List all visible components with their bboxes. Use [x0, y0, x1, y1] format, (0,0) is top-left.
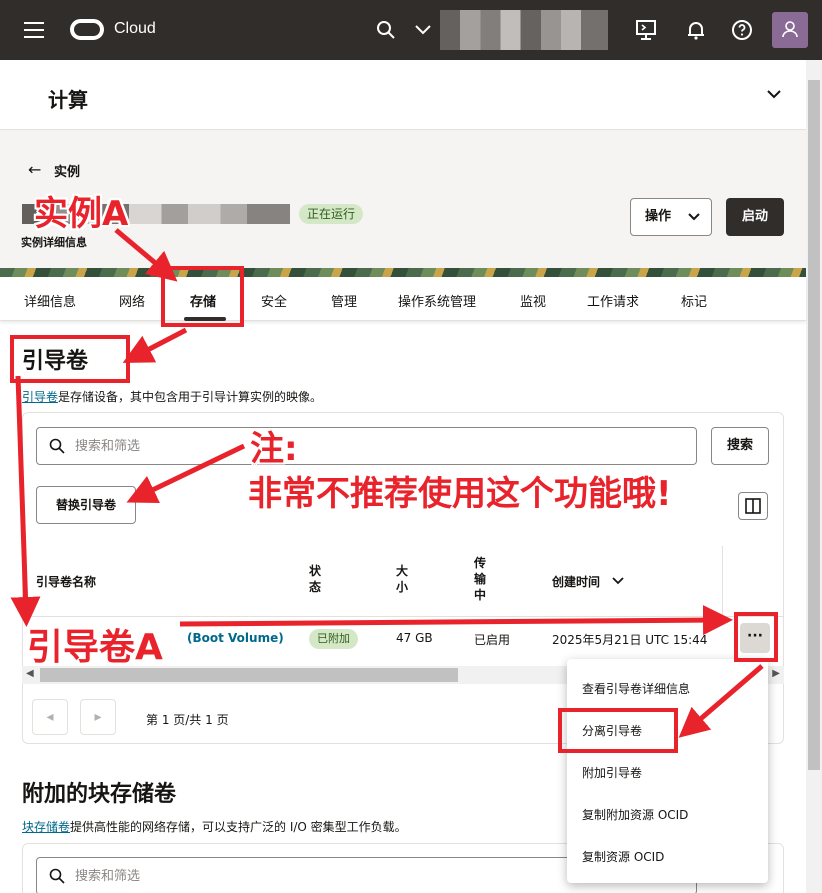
boot-volume-created: 2025年5月21日 UTC 15:44 — [552, 633, 708, 647]
user-icon — [782, 21, 798, 38]
actions-label: 操作 — [645, 209, 672, 224]
boot-volume-doc-link[interactable]: 引导卷 — [22, 390, 58, 404]
column-separator — [722, 546, 723, 616]
tab-work-requests[interactable]: 工作请求 — [587, 291, 639, 310]
start-button[interactable]: 启动 — [726, 198, 784, 236]
boot-volume-name-link[interactable]: (Boot Volume) — [187, 631, 284, 645]
oracle-logo-icon[interactable] — [70, 19, 104, 40]
top-navigation-bar: Cloud — [0, 0, 822, 60]
menu-item-copy-attachment-ocid[interactable]: 复制附加资源 OCID — [582, 806, 688, 823]
search-input[interactable] — [75, 436, 675, 456]
chevron-left-icon: ◂ — [46, 709, 54, 725]
column-header-in-transit: 传输中 — [474, 556, 487, 602]
chevron-down-icon — [688, 213, 700, 221]
block-volume-description: 块存储卷提供高性能的网络存储，可以支持广泛的 I/O 密集型工作负载。 — [22, 818, 407, 835]
pagination-text: 第 1 页/共 1 页 — [146, 713, 229, 727]
chevron-down-icon[interactable] — [766, 88, 782, 102]
columns-icon — [745, 498, 761, 514]
column-header-created-label: 创建时间 — [552, 575, 601, 589]
decorative-banner — [0, 268, 806, 277]
tab-monitoring[interactable]: 监视 — [520, 291, 546, 310]
annotation-boot-volume-a: 引导卷A — [27, 627, 163, 668]
menu-icon[interactable] — [24, 22, 44, 38]
block-volume-title: 附加的块存储卷 — [22, 782, 177, 807]
attached-status-badge: 已附加 — [309, 629, 358, 649]
service-title: 计算 — [48, 88, 88, 112]
annotation-box-row-actions — [734, 612, 778, 662]
block-volume-description-text: 提供高性能的网络存储，可以支持广泛的 I/O 密集型工作负载。 — [70, 820, 407, 834]
search-button[interactable]: 搜索 — [711, 427, 769, 465]
tab-management[interactable]: 管理 — [331, 291, 357, 310]
help-icon[interactable] — [730, 18, 754, 42]
chevron-right-icon: ▸ — [94, 709, 102, 725]
tab-bar: 详细信息 网络 存储 安全 管理 操作系统管理 监视 工作请求 标记 — [0, 277, 806, 321]
scrollbar-thumb[interactable] — [808, 80, 820, 770]
status-badge: 正在运行 — [299, 204, 364, 224]
boot-volume-description: 引导卷是存储设备，其中包含用于引导计算实例的映像。 — [22, 388, 322, 405]
tab-os-management[interactable]: 操作系统管理 — [398, 291, 476, 310]
back-arrow-icon[interactable]: ← — [28, 160, 41, 179]
vertical-scrollbar[interactable] — [806, 60, 822, 893]
annotation-note-title: 注: — [250, 429, 298, 469]
service-header — [0, 60, 806, 130]
column-header-size: 大小 — [396, 564, 409, 594]
scrollbar-thumb[interactable] — [40, 668, 458, 682]
next-page-button[interactable]: ▸ — [80, 699, 116, 735]
bell-icon[interactable] — [684, 18, 708, 42]
column-header-status: 状态 — [309, 564, 322, 594]
breadcrumb[interactable]: 实例 — [54, 161, 80, 180]
search-icon — [49, 868, 65, 884]
annotation-box-storage-tab — [161, 266, 244, 327]
cloud-shell-icon[interactable] — [634, 18, 658, 42]
scroll-right-arrow-icon[interactable]: ▶ — [772, 668, 780, 679]
column-header-created[interactable]: 创建时间 — [552, 574, 624, 590]
menu-item-attach-boot-volume[interactable]: 附加引导卷 — [582, 764, 642, 781]
chevron-down-icon[interactable] — [414, 22, 432, 38]
boot-volume-in-transit: 已启用 — [474, 633, 511, 647]
column-settings-button[interactable] — [738, 492, 768, 520]
avatar[interactable] — [772, 12, 808, 48]
row-actions-menu: 查看引导卷详细信息 分离引导卷 附加引导卷 复制附加资源 OCID 复制资源 O… — [567, 659, 768, 883]
table-row-divider — [22, 616, 784, 617]
redacted-region-selector[interactable] — [440, 10, 608, 50]
actions-button[interactable]: 操作 — [630, 198, 712, 236]
sort-chevron-icon — [612, 577, 624, 585]
menu-item-copy-resource-ocid[interactable]: 复制资源 OCID — [582, 848, 664, 865]
column-header-name: 引导卷名称 — [36, 575, 97, 589]
previous-page-button[interactable]: ◂ — [32, 699, 68, 735]
tab-security[interactable]: 安全 — [261, 291, 287, 310]
annotation-note-body: 非常不推荐使用这个功能哦! — [248, 474, 672, 514]
tab-details[interactable]: 详细信息 — [24, 291, 76, 310]
boot-volume-description-text: 是存储设备，其中包含用于引导计算实例的映像。 — [58, 390, 323, 404]
boot-volume-size: 47 GB — [396, 631, 433, 645]
search-icon — [49, 438, 65, 454]
annotation-instance-a: 实例A — [34, 194, 129, 234]
tab-tags[interactable]: 标记 — [681, 291, 707, 310]
annotation-box-detach-item — [558, 708, 678, 753]
brand-name[interactable]: Cloud — [114, 20, 156, 38]
instance-subtitle: 实例详细信息 — [21, 236, 87, 249]
boot-volume-search — [36, 427, 697, 465]
tab-networking[interactable]: 网络 — [119, 291, 145, 310]
block-volume-doc-link[interactable]: 块存储卷 — [22, 820, 70, 834]
replace-boot-volume-button[interactable]: 替换引导卷 — [36, 486, 136, 524]
search-icon[interactable] — [376, 20, 396, 40]
menu-item-view-boot-volume-details[interactable]: 查看引导卷详细信息 — [582, 680, 690, 697]
annotation-box-boot-volume-title — [10, 335, 130, 383]
